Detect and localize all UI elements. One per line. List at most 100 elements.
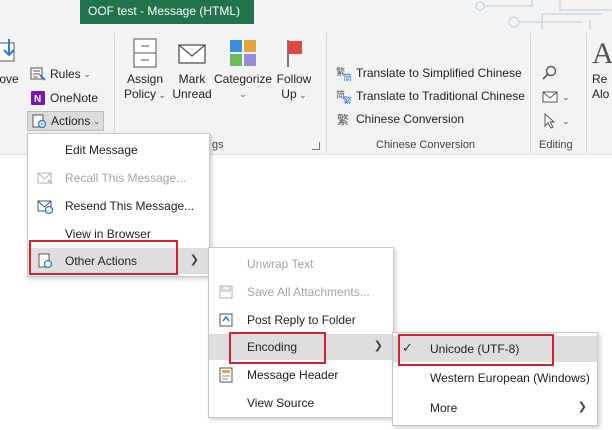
onenote-icon: N [30, 90, 46, 106]
chevron-right-icon: ❯ [577, 401, 587, 413]
menu-item-label: Save All Attachments... [247, 285, 370, 299]
chinese-conversion-group-label: Chinese Conversion [376, 139, 476, 151]
save-attachments-icon [218, 284, 234, 300]
flag-icon [278, 37, 310, 69]
translate-simplified-button[interactable]: 繁 简 Translate to Simplified Chinese [336, 63, 522, 84]
cursor-icon [542, 112, 558, 129]
menu-item-label: Western European (Windows) [430, 371, 590, 385]
read-aloud-button[interactable]: A Re Alo [592, 37, 612, 102]
actions-menu: Edit Message Recall This Message... Rese… [27, 133, 210, 277]
menu-item-edit-message[interactable]: Edit Message [28, 137, 209, 163]
menu-item-label: Edit Message [65, 143, 138, 157]
follow-up-label-1: Follow [276, 72, 312, 86]
categorize-icon [227, 37, 259, 69]
menu-item-encoding[interactable]: Encoding ❯ [209, 334, 393, 360]
title-bar: OOF test - Message (HTML) [0, 0, 612, 29]
rules-button[interactable]: Rules ⌄ [30, 64, 91, 84]
menu-item-unwrap-text[interactable]: Unwrap Text [209, 251, 393, 277]
post-reply-icon [218, 312, 234, 328]
menu-item-post-reply-to-folder[interactable]: Post Reply to Folder [209, 307, 393, 333]
search-icon [542, 65, 558, 81]
menu-item-view-in-browser[interactable]: View in Browser [28, 221, 209, 247]
chevron-down-icon: ⌄ [80, 68, 91, 79]
chinese-conversion-button[interactable]: 繁 Chinese Conversion [336, 109, 464, 129]
mark-unread-button[interactable]: Mark Unread [169, 37, 215, 102]
rules-icon [30, 66, 46, 82]
follow-up-label-2: Up [281, 87, 297, 101]
translate-icon: 繁 简 [336, 65, 352, 84]
read-aloud-label-2: Alo [592, 87, 610, 101]
menu-item-label: Recall This Message... [65, 171, 187, 185]
translate-simplified-label: Translate to Simplified Chinese [356, 66, 522, 80]
assign-policy-label-1: Assign [126, 72, 164, 86]
chevron-down-icon: ⌄ [239, 89, 247, 99]
checkmark-icon: ✓ [402, 340, 413, 355]
actions-icon [31, 113, 47, 129]
assign-policy-label-row: Policy ⌄ [121, 87, 169, 103]
chevron-down-icon: ⌄ [296, 90, 307, 100]
menu-item-other-actions[interactable]: Other Actions ❯ [28, 248, 209, 274]
window-title: OOF test - Message (HTML) [80, 0, 254, 24]
assign-policy-button[interactable]: Assign Policy ⌄ [121, 37, 169, 103]
read-aloud-icon: A [592, 37, 612, 70]
group-separator [530, 33, 531, 153]
chinese-conversion-label: Chinese Conversion [356, 112, 465, 126]
menu-item-label: Encoding [247, 340, 298, 354]
onenote-button[interactable]: N OneNote [30, 88, 98, 108]
policy-icon [129, 37, 161, 69]
onenote-label: OneNote [50, 91, 99, 105]
related-button[interactable]: ⌄ [542, 87, 570, 107]
svg-text:繁: 繁 [337, 112, 349, 127]
title-decoration [475, 0, 612, 29]
chevron-down-icon: ⌄ [90, 115, 101, 126]
menu-item-label: Unicode (UTF-8) [430, 342, 520, 356]
message-header-icon [218, 367, 234, 383]
move-button[interactable]: ove [0, 37, 22, 87]
menu-item-label: View in Browser [65, 227, 151, 241]
chinese-conversion-icon: 繁 [336, 111, 352, 127]
svg-text:繁: 繁 [343, 95, 352, 104]
menu-item-more[interactable]: More ❯ [393, 395, 597, 421]
editing-group-label: Editing [539, 139, 573, 151]
menu-item-view-source[interactable]: View Source [209, 390, 393, 416]
translate-traditional-button[interactable]: 简 繁 Translate to Traditional Chinese [336, 86, 525, 107]
other-actions-menu: Unwrap Text Save All Attachments... Post… [208, 247, 394, 418]
read-aloud-label-1: Re [592, 72, 608, 86]
encoding-menu: ✓ Unicode (UTF-8) Western European (Wind… [392, 332, 598, 426]
find-button[interactable] [542, 63, 562, 83]
menu-item-recall-message[interactable]: Recall This Message... [28, 165, 209, 191]
assign-policy-label-2: Policy [123, 87, 156, 101]
group-separator [326, 33, 327, 153]
menu-item-message-header[interactable]: Message Header [209, 362, 393, 388]
categorize-button[interactable]: Categorize ⌄ [214, 37, 272, 102]
move-label: ove [0, 72, 19, 86]
menu-item-label: More [430, 401, 458, 415]
actions-label: Actions [51, 114, 91, 128]
menu-item-label: Post Reply to Folder [247, 313, 356, 327]
chevron-down-icon: ⌄ [155, 90, 167, 100]
menu-item-resend-message[interactable]: Resend This Message... [28, 193, 209, 219]
menu-item-unicode-utf8[interactable]: ✓ Unicode (UTF-8) [393, 336, 597, 362]
envelope-icon [176, 37, 208, 69]
other-actions-icon [37, 253, 53, 269]
follow-up-label-row: Up ⌄ [273, 87, 315, 103]
menu-item-western-european[interactable]: Western European (Windows) [393, 365, 597, 391]
dialog-launcher-icon[interactable] [312, 142, 320, 150]
categorize-label: Categorize [214, 72, 273, 86]
follow-up-button[interactable]: Follow Up ⌄ [273, 37, 315, 103]
menu-item-label: Resend This Message... [65, 199, 195, 213]
actions-button[interactable]: Actions ⌄ [27, 111, 105, 131]
svg-text:简: 简 [343, 72, 352, 81]
menu-item-label: Unwrap Text [247, 257, 314, 271]
tags-group-label: gs [212, 139, 224, 151]
chevron-right-icon: ❯ [189, 254, 199, 266]
select-button[interactable]: ⌄ [542, 111, 570, 131]
recall-icon [37, 170, 53, 186]
svg-text:N: N [34, 94, 41, 105]
menu-item-label: Other Actions [65, 254, 138, 268]
menu-item-save-all-attachments[interactable]: Save All Attachments... [209, 279, 393, 305]
mark-unread-label-2: Unread [172, 87, 212, 101]
chevron-down-icon: ⌄ [562, 115, 570, 126]
mark-unread-label-1: Mark [178, 72, 206, 86]
translate-traditional-label: Translate to Traditional Chinese [356, 89, 525, 103]
